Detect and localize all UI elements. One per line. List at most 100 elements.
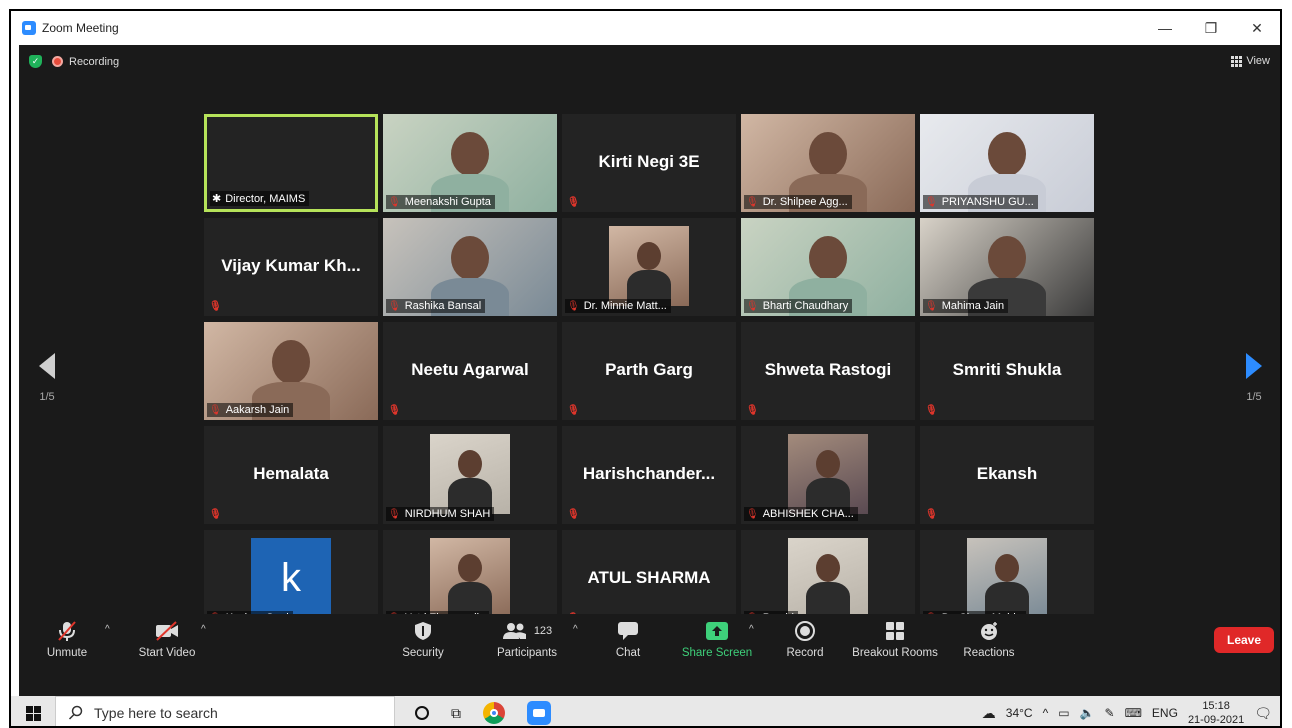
participant-display-name: Smriti Shukla (952, 360, 1062, 379)
participant-label: 🎙 Meenakshi Gupta (386, 195, 495, 209)
participants-caret-icon[interactable]: ^ (573, 624, 578, 635)
participant-tile[interactable]: Ekansh 🎙 (920, 426, 1094, 524)
share-options-caret-icon[interactable]: ^ (749, 624, 754, 635)
participant-tile[interactable]: 🎙 Bharti Chaudhary (741, 218, 915, 316)
clock-time: 15:18 (1202, 700, 1230, 712)
profile-picture (430, 434, 510, 514)
participant-label: 🎙 (744, 404, 763, 417)
network-icon[interactable]: ▭ (1058, 706, 1069, 720)
taskbar-search[interactable]: Type here to search (55, 696, 395, 726)
participant-tile[interactable]: 🎙 ABHISHEK CHA... (741, 426, 915, 524)
participant-figure (995, 554, 1019, 582)
participant-label: 🎙 (565, 508, 584, 521)
windows-logo-icon (25, 705, 41, 721)
record-dot-icon (52, 56, 63, 67)
participant-tile[interactable]: Parth Garg 🎙 (562, 322, 736, 420)
prev-page-button[interactable]: 1/5 (35, 353, 59, 403)
chat-button[interactable]: Chat (603, 620, 653, 659)
show-hidden-icons-icon[interactable]: ^ (1043, 706, 1049, 720)
participant-name: NIRDHUM SHAH (404, 508, 491, 520)
participant-label: 🎙 ABHISHEK CHA... (744, 507, 858, 521)
participant-tile[interactable]: 🎙 Dr. Shilpee Agg... (741, 114, 915, 212)
record-button[interactable]: Record (777, 620, 833, 659)
participant-tile[interactable]: Kirti Negi 3E 🎙 (562, 114, 736, 212)
weather-cloud-icon[interactable]: ☁ (982, 705, 996, 722)
participant-tile[interactable]: 🎙 Dr. Minnie Matt... (562, 218, 736, 316)
shield-icon[interactable]: ✓ (29, 55, 42, 68)
participant-tile[interactable]: Harishchander... 🎙 (562, 426, 736, 524)
muted-mic-icon: 🎙 (388, 300, 401, 312)
participant-name: Dr. Minnie Matt... (583, 300, 667, 312)
security-button[interactable]: Security (393, 620, 453, 659)
profile-picture (609, 226, 689, 306)
language-indicator[interactable]: ENG (1152, 706, 1178, 720)
participants-button[interactable]: 123 Participants (487, 620, 567, 659)
participant-tile[interactable]: 🎙 PRIYANSHU GU... (920, 114, 1094, 212)
restore-button[interactable]: ❐ (1188, 11, 1234, 45)
muted-mic-icon: 🎙 (925, 300, 938, 312)
search-placeholder: Type here to search (94, 705, 218, 721)
minimize-button[interactable]: — (1142, 11, 1188, 45)
clock[interactable]: 15:18 21-09-2021 (1188, 699, 1244, 726)
participant-label: 🎙 (207, 300, 226, 313)
pen-icon[interactable]: ✎ (1105, 706, 1115, 720)
reactions-button[interactable]: Reactions (959, 620, 1019, 659)
keyboard-icon[interactable]: ⌨ (1125, 706, 1142, 720)
participant-tile[interactable]: ✱ Director, MAIMS (204, 114, 378, 212)
start-button[interactable] (11, 696, 55, 726)
participant-figure (809, 132, 847, 176)
participant-figure (451, 236, 489, 280)
chrome-icon[interactable] (483, 702, 505, 724)
muted-mic-icon: 🎙 (388, 196, 401, 208)
chevron-left-icon (39, 353, 55, 379)
unmute-button[interactable]: Unmute (37, 620, 97, 659)
participant-figure (272, 340, 310, 384)
recording-indicator[interactable]: Recording (52, 56, 119, 68)
participant-tile[interactable]: Shweta Rastogi 🎙 (741, 322, 915, 420)
unmute-label: Unmute (46, 647, 88, 659)
cortana-icon[interactable] (415, 706, 429, 720)
start-video-button[interactable]: Start Video (127, 620, 207, 659)
participant-tile[interactable]: 🎙 Mahima Jain (920, 218, 1094, 316)
zoom-taskbar-icon[interactable] (527, 701, 551, 725)
close-button[interactable]: ✕ (1234, 11, 1280, 45)
participant-tile[interactable]: 🎙 Meenakshi Gupta (383, 114, 557, 212)
participant-tile[interactable]: 🎙 Aakarsh Jain (204, 322, 378, 420)
record-label: Record (786, 647, 824, 659)
profile-picture (788, 538, 868, 618)
participant-tile[interactable]: Neetu Agarwal 🎙 (383, 322, 557, 420)
security-shield-icon (393, 620, 453, 642)
participant-figure (458, 450, 482, 478)
participant-tile[interactable]: Smriti Shukla 🎙 (920, 322, 1094, 420)
audio-options-caret-icon[interactable]: ^ (105, 624, 110, 635)
notifications-icon[interactable]: 🗨 (1254, 705, 1272, 722)
muted-mic-icon: 🎙 (925, 405, 938, 416)
breakout-rooms-button[interactable]: Breakout Rooms (845, 620, 945, 659)
task-view-icon[interactable]: ⧉ (451, 705, 461, 722)
participant-figure (988, 236, 1026, 280)
zoom-window: Zoom Meeting — ❐ ✕ ✓ Recording View 1/5 … (9, 9, 1282, 728)
profile-picture (788, 434, 868, 514)
video-options-caret-icon[interactable]: ^ (201, 624, 206, 635)
view-button[interactable]: View (1231, 55, 1270, 67)
participant-tile[interactable]: 🎙 NIRDHUM SHAH (383, 426, 557, 524)
chat-label: Chat (615, 647, 641, 659)
participant-name: Dr. Shilpee Agg... (762, 196, 848, 208)
share-screen-button[interactable]: Share Screen (677, 620, 757, 659)
leave-button[interactable]: Leave (1214, 627, 1274, 653)
participant-tile[interactable]: 🎙 Rashika Bansal (383, 218, 557, 316)
muted-mic-icon: 🎙 (388, 405, 401, 416)
participant-tile[interactable]: Hemalata 🎙 (204, 426, 378, 524)
participant-display-name: Ekansh (976, 464, 1038, 483)
participant-figure (809, 236, 847, 280)
participant-label: 🎙 NIRDHUM SHAH (386, 507, 495, 521)
participant-name: PRIYANSHU GU... (941, 196, 1034, 208)
muted-mic-icon: 🎙 (567, 405, 580, 416)
participant-label: 🎙 Mahima Jain (923, 299, 1009, 313)
volume-icon[interactable]: 🔈 (1080, 706, 1095, 720)
muted-mic-icon: 🎙 (209, 404, 222, 416)
participant-label: 🎙 Rashika Bansal (386, 299, 486, 313)
next-page-button[interactable]: 1/5 (1242, 353, 1266, 403)
participant-tile[interactable]: Vijay Kumar Kh... 🎙 (204, 218, 378, 316)
zoom-app-icon (22, 21, 36, 35)
